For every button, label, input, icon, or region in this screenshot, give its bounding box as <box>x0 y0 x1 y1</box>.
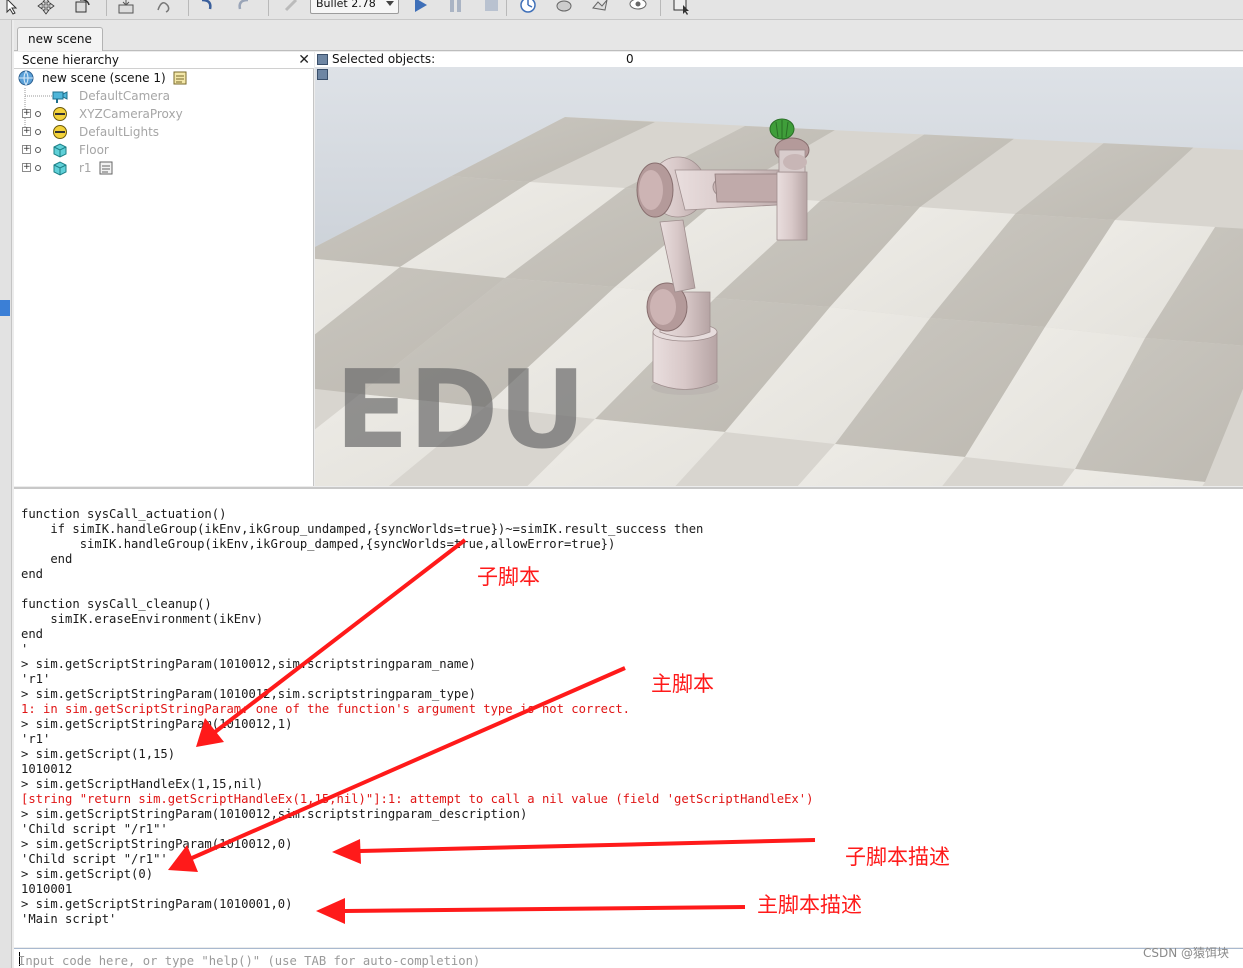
stop-icon[interactable] <box>482 0 502 16</box>
console-line: > sim.getScriptStringParam(1010012,0) <box>21 837 293 851</box>
coppeliasim-window: Bullet 2.78 new scene Scene hierarchy ✕ … <box>0 0 1243 968</box>
shape-icon <box>53 161 67 176</box>
script-icon[interactable] <box>172 70 188 86</box>
lua-console-output[interactable]: function sysCall_actuation() if simIK.ha… <box>14 487 1243 947</box>
annotation-child-script: 子脚本 <box>477 565 540 589</box>
expand-plus-icon[interactable]: + <box>22 145 31 154</box>
pointer-select-icon[interactable] <box>2 0 22 16</box>
selected-objects-label: Selected objects: <box>332 52 436 66</box>
dynamics-icon[interactable] <box>282 0 302 16</box>
side-indicator <box>0 300 10 316</box>
viewport-status-bar: Selected objects: 0 <box>315 52 1243 67</box>
close-icon[interactable]: ✕ <box>298 52 310 68</box>
list-item[interactable]: + XYZCameraProxy <box>18 105 308 123</box>
console-line: ' <box>21 642 29 656</box>
console-input-bar <box>14 948 1243 968</box>
scene-hierarchy-title: Scene hierarchy <box>22 53 119 67</box>
console-line: simIK.handleGroup(ikEnv,ikGroup_damped,{… <box>21 537 616 551</box>
view-toggle-icon[interactable] <box>317 69 328 80</box>
list-item[interactable]: + Floor <box>18 141 308 159</box>
expand-plus-icon[interactable]: + <box>22 127 31 136</box>
annotation-main-script: 主脚本 <box>651 672 714 696</box>
console-line: function sysCall_actuation() <box>21 507 227 521</box>
console-line: 'r1' <box>21 732 51 746</box>
console-line: 'r1' <box>21 672 51 686</box>
console-line: > sim.getScript(0) <box>21 867 154 881</box>
child-script-icon[interactable] <box>98 160 114 176</box>
translate-object-icon[interactable] <box>36 0 56 16</box>
hierarchy-item-label: r1 <box>79 161 92 175</box>
console-line: 1010001 <box>21 882 73 896</box>
transfer-dna-icon[interactable] <box>154 0 174 16</box>
rotate-object-icon[interactable] <box>72 0 92 16</box>
slow-down-icon[interactable] <box>554 0 574 16</box>
console-line: > sim.getScriptHandleEx(1,15,nil) <box>21 777 264 791</box>
scene-hierarchy-header: Scene hierarchy ✕ <box>14 52 314 69</box>
console-line: > sim.getScriptStringParam(1010012,sim.s… <box>21 657 476 671</box>
visibility-dot-icon[interactable] <box>35 165 41 171</box>
pause-icon[interactable] <box>446 0 466 16</box>
console-line: [string "return sim.getScriptHandleEx(1,… <box>21 792 814 806</box>
console-line: > sim.getScript(1,15) <box>21 747 176 761</box>
console-line: 'Child script "/r1"' <box>21 852 168 866</box>
left-side-strip <box>0 20 12 968</box>
view-mode-icon[interactable] <box>317 54 328 65</box>
console-line: 1010012 <box>21 762 73 776</box>
shape-icon <box>53 143 67 158</box>
realtime-icon[interactable] <box>518 0 538 16</box>
hierarchy-item-label: DefaultCamera <box>79 89 170 103</box>
console-input[interactable] <box>18 952 1118 968</box>
speed-up-icon[interactable] <box>590 0 610 16</box>
visibility-dot-icon[interactable] <box>35 147 41 153</box>
csdn-watermark: CSDN @猿饵块 <box>1142 946 1229 960</box>
visibility-dot-icon[interactable] <box>35 129 41 135</box>
console-line: 1: in sim.getScriptStringParam: one of t… <box>21 702 631 716</box>
annotation-main-script-desc: 主脚本描述 <box>757 893 862 917</box>
console-line: end <box>21 627 44 641</box>
hierarchy-item-label: DefaultLights <box>79 125 160 139</box>
list-item[interactable]: + DefaultLights <box>18 123 308 141</box>
camera-icon <box>52 91 68 103</box>
visibility-eye-icon[interactable] <box>628 0 648 16</box>
light-icon <box>53 125 67 139</box>
chevron-down-icon <box>386 1 394 6</box>
console-line: > sim.getScriptStringParam(1010012,sim.s… <box>21 687 476 701</box>
console-line: simIK.eraseEnvironment(ikEnv) <box>21 612 264 626</box>
expand-plus-icon[interactable]: + <box>22 109 31 118</box>
hierarchy-item-label: Floor <box>79 143 109 157</box>
tab-new-scene[interactable]: new scene <box>17 27 103 51</box>
selected-objects-count: 0 <box>626 52 634 66</box>
console-line: end <box>21 567 44 581</box>
redo-icon[interactable] <box>234 0 254 16</box>
scene-viewport[interactable]: Selected objects: 0 EDU <box>315 52 1243 486</box>
physics-engine-value: Bullet 2.78 <box>316 0 376 10</box>
annotation-child-script-desc: 子脚本描述 <box>845 845 950 869</box>
console-line: 'Child script "/r1"' <box>21 822 168 836</box>
page-selector-icon[interactable] <box>672 0 692 16</box>
hierarchy-item-label: XYZCameraProxy <box>79 107 183 121</box>
physics-engine-select[interactable]: Bullet 2.78 <box>310 0 399 14</box>
list-item[interactable]: DefaultCamera <box>18 87 308 105</box>
console-line: function sysCall_cleanup() <box>21 597 212 611</box>
console-text: function sysCall_actuation() if simIK.ha… <box>21 507 813 927</box>
dummy-icon <box>53 107 67 121</box>
console-line: 'Main script' <box>21 912 117 926</box>
visibility-dot-icon[interactable] <box>35 111 41 117</box>
console-line: > sim.getScriptStringParam(1010012,sim.s… <box>21 807 528 821</box>
list-item[interactable]: + r1 <box>18 159 308 177</box>
undo-icon[interactable] <box>196 0 216 16</box>
play-icon[interactable] <box>410 0 430 16</box>
console-line: > sim.getScriptStringParam(1010001,0) <box>21 897 293 911</box>
console-line: end <box>21 552 73 566</box>
edu-watermark: EDU <box>335 348 587 473</box>
main-toolbar: Bullet 2.78 <box>0 0 1243 20</box>
console-line: if simIK.handleGroup(ikEnv,ikGroup_undam… <box>21 522 704 536</box>
scene-tab-bar: new scene <box>14 20 1243 51</box>
scene-hierarchy-panel: Scene hierarchy ✕ new scene (scene 1) De… <box>14 52 314 486</box>
expand-plus-icon[interactable]: + <box>22 163 31 172</box>
assemble-icon[interactable] <box>116 0 136 16</box>
console-line: > sim.getScriptStringParam(1010012,1) <box>21 717 293 731</box>
